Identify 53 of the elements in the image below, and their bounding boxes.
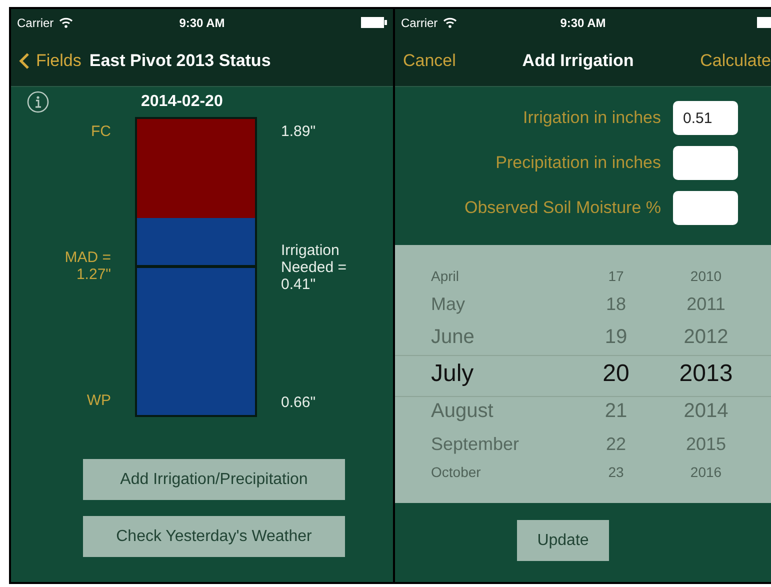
- picker-item[interactable]: 23: [571, 460, 661, 484]
- chevron-icon: [19, 52, 30, 70]
- gauge-value: 0.66": [281, 394, 317, 411]
- picker-item[interactable]: June: [431, 320, 571, 354]
- picker-item[interactable]: 20: [571, 354, 661, 394]
- picker-item[interactable]: 18: [571, 288, 661, 320]
- field-label: Precipitation in inches: [496, 153, 661, 173]
- picker-item[interactable]: 2015: [661, 428, 751, 460]
- picker-item[interactable]: 2013: [661, 354, 751, 394]
- picker-item[interactable]: July: [431, 354, 571, 394]
- carrier-label: Carrier: [17, 16, 54, 30]
- field-label: Irrigation in inches: [523, 108, 661, 128]
- screen-title: Add Irrigation: [522, 51, 634, 71]
- gauge-value: Irrigation Needed = 0.41": [281, 242, 348, 292]
- picker-item[interactable]: April: [431, 264, 571, 288]
- picker-item[interactable]: 2012: [661, 320, 751, 354]
- status-time: 9:30 AM: [560, 16, 606, 30]
- action-button[interactable]: Add Irrigation/Precipitation: [83, 459, 345, 500]
- picker-item[interactable]: September: [431, 428, 571, 460]
- date-label: 2014-02-20: [141, 93, 223, 111]
- picker-item[interactable]: 2011: [661, 288, 751, 320]
- calculate-link[interactable]: Calculate: [700, 51, 771, 71]
- gauge-label: WP: [86, 392, 111, 409]
- wifi-icon: [58, 17, 73, 28]
- gauge-label: MAD = 1.27": [64, 249, 111, 283]
- input-field[interactable]: [673, 191, 738, 225]
- wifi-icon: [442, 17, 457, 28]
- screen-title: East Pivot 2013 Status: [89, 51, 271, 71]
- picker-item[interactable]: 2016: [661, 460, 751, 484]
- back-link[interactable]: Fields: [19, 51, 82, 71]
- action-button[interactable]: Check Yesterday's Weather: [83, 516, 345, 557]
- picker-item[interactable]: 17: [571, 264, 661, 288]
- picker-item[interactable]: 22: [571, 428, 661, 460]
- gauge-value: 1.89": [281, 123, 317, 140]
- battery-icon: [361, 17, 387, 28]
- input-field[interactable]: [673, 146, 738, 180]
- field-label: Observed Soil Moisture %: [464, 198, 661, 218]
- picker-item[interactable]: August: [431, 394, 571, 428]
- cancel-link[interactable]: Cancel: [403, 51, 456, 71]
- info-icon[interactable]: [27, 91, 49, 113]
- gauge-label: FC: [90, 123, 111, 140]
- picker-item[interactable]: 2010: [661, 264, 751, 288]
- carrier-label: Carrier: [401, 16, 438, 30]
- input-field[interactable]: 0.51: [673, 101, 738, 135]
- picker-item[interactable]: May: [431, 288, 571, 320]
- picker-item[interactable]: 2014: [661, 394, 751, 428]
- picker-item[interactable]: October: [431, 460, 571, 484]
- picker-item[interactable]: 21: [571, 394, 661, 428]
- date-picker[interactable]: April May June July August September October 17 18 19 20 21 22 23 2010 2011 2012 2013 2014 2015 2016: [395, 245, 771, 503]
- update-button[interactable]: Update: [517, 520, 609, 561]
- picker-item[interactable]: 19: [571, 320, 661, 354]
- status-time: 9:30 AM: [179, 16, 225, 30]
- battery-icon: [757, 17, 771, 28]
